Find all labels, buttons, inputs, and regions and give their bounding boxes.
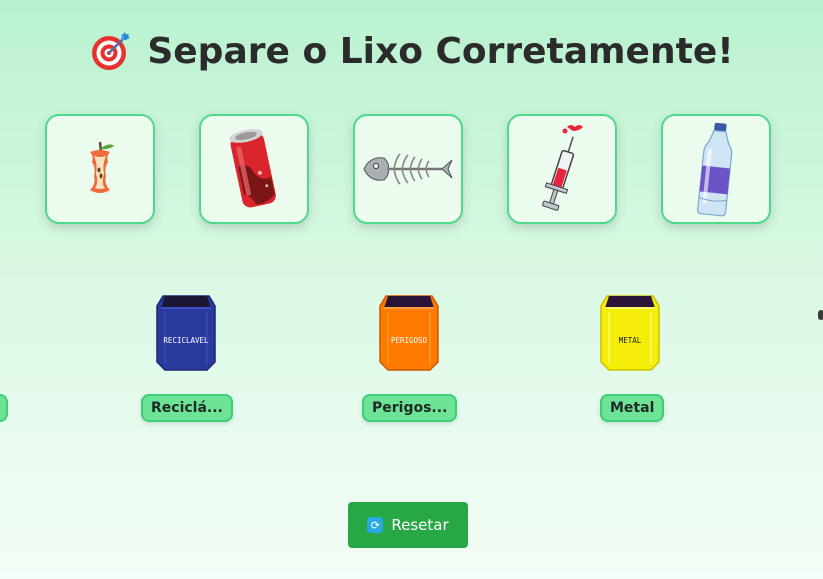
target-dart-icon [92, 32, 131, 70]
bin-reciclavel[interactable]: RECICLAVEL [153, 292, 219, 376]
syringe-icon [542, 125, 583, 211]
bin-label-metal: Metal [600, 394, 665, 422]
soda-can-icon [229, 129, 276, 208]
item-card-apple-core[interactable] [45, 114, 155, 224]
reset-button[interactable]: ⟳ Resetar [348, 502, 468, 548]
item-card-syringe[interactable] [507, 114, 617, 224]
water-bottle-icon [697, 122, 733, 217]
bin-icon: RECICLAVEL [156, 295, 216, 371]
bin-sign-text: PERIGOSO [391, 336, 428, 345]
offscreen-bin-label-left [0, 394, 8, 422]
refresh-icon: ⟳ [367, 517, 384, 533]
reset-label: Resetar [391, 516, 449, 534]
bin-icon: METAL [600, 295, 660, 371]
page-title: Separe o Lixo Corretamente! [0, 30, 823, 72]
bin-sign-text: RECICLAVEL [163, 336, 209, 345]
item-card-soda-can[interactable] [199, 114, 309, 224]
fish-bone-icon [363, 153, 453, 185]
bin-label-reciclavel: Reciclá... [141, 394, 233, 422]
bin-perigoso[interactable]: PERIGOSO [376, 292, 442, 376]
bin-label-perigoso: Perigos... [362, 394, 458, 422]
bin-icon: PERIGOSO [379, 295, 439, 371]
apple-core-icon [90, 141, 114, 193]
bin-sign-text: METAL [619, 336, 642, 345]
offscreen-bin-edge-right [818, 310, 823, 320]
bin-metal[interactable]: METAL [597, 292, 663, 376]
item-card-water-bottle[interactable] [661, 114, 771, 224]
title-text: Separe o Lixo Corretamente! [147, 30, 734, 72]
item-card-fish-bone[interactable] [353, 114, 463, 224]
